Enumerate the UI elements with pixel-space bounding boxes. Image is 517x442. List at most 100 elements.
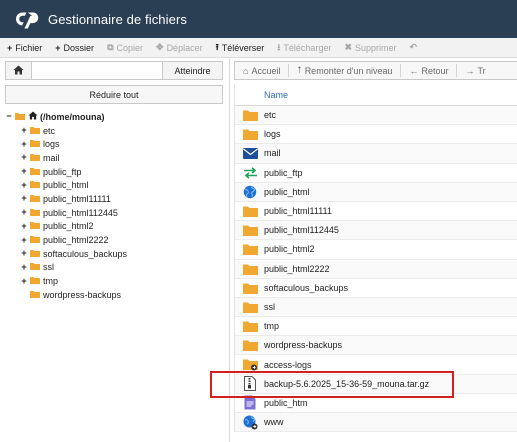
expand-toggle-icon[interactable]: + bbox=[20, 139, 28, 149]
folder-icon bbox=[239, 224, 261, 237]
toolbar-button-2[interactable]: ⧉ Copier bbox=[107, 42, 143, 53]
tree-item[interactable]: + public_ftp bbox=[20, 165, 223, 179]
file-row[interactable]: www bbox=[235, 413, 517, 433]
file-name: public_html112445 bbox=[264, 225, 339, 236]
path-input[interactable] bbox=[32, 62, 162, 79]
file-row[interactable]: public_html bbox=[235, 182, 517, 202]
delete-icon: ✖ bbox=[344, 42, 352, 52]
toolbar-button-1[interactable]: + Dossier bbox=[55, 43, 94, 53]
toolbar-separator bbox=[288, 64, 290, 77]
folder-icon bbox=[30, 221, 40, 231]
collapse-all-button[interactable]: Réduire tout bbox=[5, 85, 223, 104]
expand-toggle-icon[interactable]: + bbox=[20, 235, 28, 245]
expand-toggle-icon[interactable]: + bbox=[20, 208, 28, 217]
file-row[interactable]: public_html112445 bbox=[235, 221, 517, 241]
tree-item[interactable]: + public_html2 bbox=[20, 220, 223, 234]
expand-toggle-icon[interactable]: + bbox=[20, 180, 28, 190]
folder-icon bbox=[239, 320, 261, 333]
tree-item-label: tmp bbox=[43, 276, 59, 287]
folder-icon bbox=[30, 249, 40, 259]
tree-item[interactable]: + mail bbox=[20, 151, 223, 165]
tree-item-label: public_html11111 bbox=[43, 193, 111, 204]
tree-item[interactable]: + etc bbox=[20, 124, 223, 138]
home-icon: ⌂ bbox=[243, 65, 249, 76]
file-row[interactable]: public_html2222 bbox=[235, 259, 517, 279]
expand-toggle-icon[interactable]: + bbox=[20, 221, 28, 231]
app-title: Gestionnaire de fichiers bbox=[48, 11, 187, 27]
tree-item-label: public_ftp bbox=[43, 166, 82, 177]
collapse-toggle-icon[interactable]: − bbox=[5, 112, 13, 121]
navigation-toolbar: ⌂ Accueil ⭡ Remonter d'un niveau ← Retour → Tr bbox=[234, 61, 517, 80]
tree-item[interactable]: wordpress-backups bbox=[20, 288, 223, 302]
file-name: logs bbox=[264, 129, 281, 140]
file-row[interactable]: public_ftp bbox=[235, 164, 517, 183]
file-name: public_ftp bbox=[264, 167, 303, 178]
tree-item[interactable]: + public_html11111 bbox=[20, 192, 223, 206]
nav-button-3[interactable]: → Tr bbox=[465, 66, 485, 76]
toolbar-button-5[interactable]: ⭳ Télécharger bbox=[277, 40, 331, 56]
folder-icon bbox=[30, 139, 40, 149]
file-row[interactable]: softaculous_backups bbox=[235, 279, 517, 298]
toolbar-button-label: Copier bbox=[116, 42, 144, 53]
expand-toggle-icon[interactable]: + bbox=[20, 276, 28, 286]
home-icon bbox=[28, 111, 38, 122]
nav-button-0[interactable]: ⌂ Accueil bbox=[243, 66, 280, 76]
expand-toggle-icon[interactable]: + bbox=[20, 153, 28, 162]
file-name: mail bbox=[264, 148, 281, 159]
tree-item[interactable]: + public_html112445 bbox=[20, 206, 223, 220]
nav-button-2[interactable]: ← Retour bbox=[409, 66, 448, 76]
upload-icon: ⭱ bbox=[215, 41, 219, 52]
file-row[interactable]: ssl bbox=[235, 297, 517, 318]
expand-toggle-icon[interactable]: + bbox=[20, 126, 28, 135]
tree-item-label: etc bbox=[43, 125, 56, 136]
file-name: ssl bbox=[264, 301, 275, 312]
expand-toggle-icon[interactable]: + bbox=[20, 262, 28, 272]
tree-item[interactable]: + logs bbox=[20, 137, 223, 151]
tree-item-label: public_html2 bbox=[43, 221, 94, 232]
expand-toggle-icon[interactable]: + bbox=[20, 249, 28, 258]
tree-children: + etc + logs + mail + public_ftp + public_html + pu… bbox=[5, 124, 223, 302]
folder-icon bbox=[30, 235, 40, 245]
toolbar-button-7[interactable]: ↶ bbox=[410, 42, 421, 53]
tree-item[interactable]: + ssl bbox=[20, 261, 223, 275]
tree-item[interactable]: + softaculous_backups bbox=[20, 247, 223, 261]
toolbar-button-label: Télécharger bbox=[283, 42, 332, 53]
file-row[interactable]: wordpress-backups bbox=[235, 336, 517, 356]
tree-item-label: logs bbox=[43, 139, 60, 150]
go-button[interactable]: Atteindre bbox=[162, 62, 222, 79]
file-row[interactable]: tmp bbox=[235, 317, 517, 337]
file-row[interactable]: mail bbox=[235, 144, 517, 164]
tree-item[interactable]: + tmp bbox=[20, 274, 223, 288]
file-row[interactable]: logs bbox=[235, 125, 517, 145]
column-name-header[interactable]: Name bbox=[264, 90, 288, 100]
tree-item[interactable]: + public_html bbox=[20, 178, 223, 192]
mail-icon bbox=[239, 147, 261, 159]
path-bar: Atteindre bbox=[5, 61, 223, 80]
cpanel-logo-icon bbox=[12, 8, 42, 30]
toolbar-button-4[interactable]: ⭱ Téléverser bbox=[216, 40, 265, 56]
back-arrow-icon: ← bbox=[409, 65, 419, 76]
file-row[interactable]: etc bbox=[235, 106, 517, 126]
tree-item[interactable]: + public_html2222 bbox=[20, 233, 223, 247]
file-list-header: Name bbox=[235, 84, 517, 106]
toolbar-button-6[interactable]: ✖ Supprimer bbox=[344, 42, 396, 53]
main-toolbar: + Fichier + Dossier ⧉ Copier ✥ Déplacer ⭱ Téléver… bbox=[0, 38, 517, 58]
nav-button-1[interactable]: ⭡ Remonter d'un niveau bbox=[297, 65, 392, 76]
file-name: softaculous_backups bbox=[264, 282, 349, 293]
tree-root[interactable]: − (/home/mouna) bbox=[5, 110, 223, 124]
expand-toggle-icon[interactable]: + bbox=[20, 167, 28, 176]
file-name: etc bbox=[264, 110, 277, 121]
expand-toggle-icon[interactable]: + bbox=[20, 194, 28, 203]
file-row[interactable]: public_html2 bbox=[235, 240, 517, 260]
folder-icon bbox=[30, 208, 40, 218]
folder-icon bbox=[239, 263, 261, 275]
toolbar-button-3[interactable]: ✥ Déplacer bbox=[156, 42, 203, 53]
toolbar-button-0[interactable]: + Fichier bbox=[7, 43, 42, 53]
folder-icon bbox=[30, 290, 40, 300]
file-row[interactable]: public_html11111 bbox=[235, 202, 517, 222]
home-button[interactable] bbox=[6, 62, 32, 79]
restore-icon: ↶ bbox=[409, 42, 418, 52]
tree-item-label: wordpress-backups bbox=[43, 289, 122, 300]
file-name: public_html2222 bbox=[264, 263, 330, 274]
toolbar-button-label: Téléverser bbox=[221, 42, 265, 53]
